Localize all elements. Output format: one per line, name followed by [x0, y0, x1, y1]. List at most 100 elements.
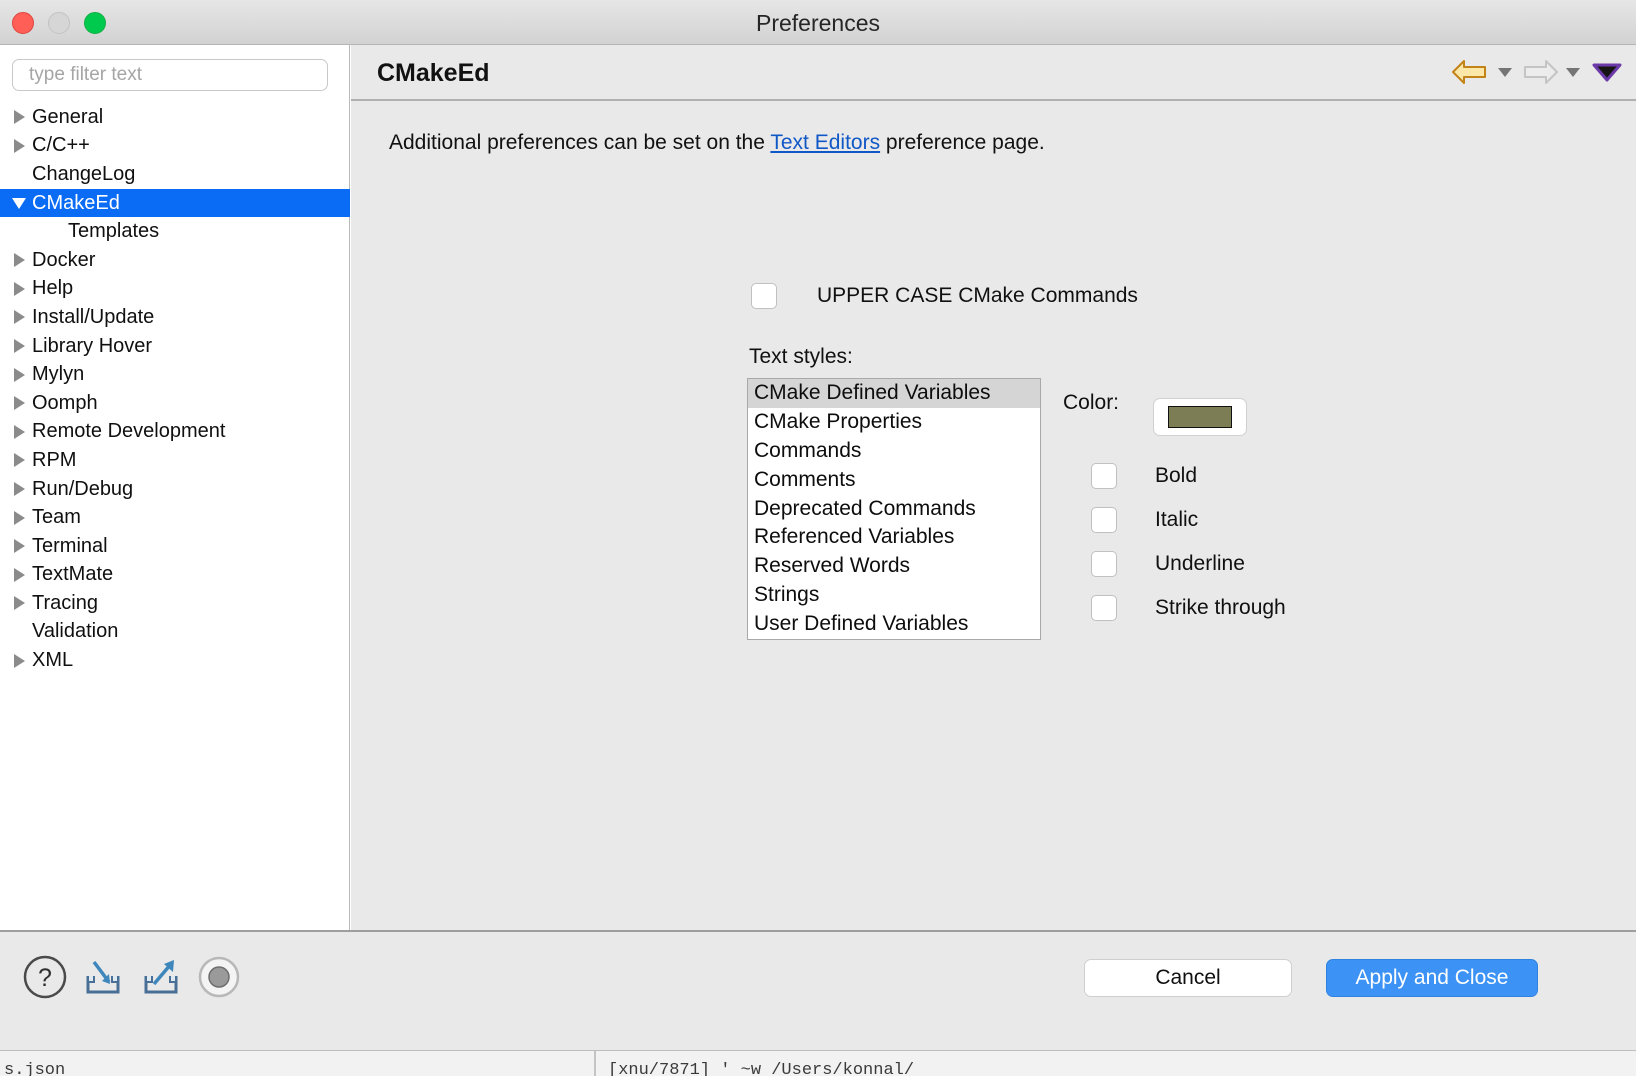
intro-text-after: preference page. [880, 131, 1045, 154]
chevron-right-icon[interactable] [8, 332, 30, 360]
back-arrow-icon[interactable] [1450, 57, 1492, 87]
text-styles-list[interactable]: CMake Defined Variables CMake Properties C… [747, 378, 1041, 640]
list-item[interactable]: User Defined Variables [748, 609, 1040, 638]
sidebar-item-tracing[interactable]: Tracing [0, 589, 350, 618]
svg-text:?: ? [38, 964, 52, 992]
sidebar-item-cmakeed[interactable]: CMakeEd [0, 188, 350, 218]
bold-checkbox[interactable] [1091, 463, 1117, 489]
bold-checkbox-row[interactable]: Bold [1091, 463, 1197, 489]
sidebar-item-mylyn[interactable]: Mylyn [0, 360, 350, 389]
back-dropdown-icon[interactable] [1492, 57, 1518, 87]
page-content: Additional preferences can be set on the… [351, 101, 1636, 988]
apply-and-close-button[interactable]: Apply and Close [1326, 959, 1538, 997]
list-item[interactable]: Commands [748, 437, 1040, 466]
chevron-right-icon[interactable] [8, 418, 30, 446]
sidebar-item-help[interactable]: Help [0, 275, 350, 304]
chevron-right-icon[interactable] [8, 475, 30, 503]
underline-label: Underline [1155, 552, 1245, 575]
underline-checkbox[interactable] [1091, 551, 1117, 577]
color-swatch [1168, 406, 1232, 428]
sidebar-item-xml[interactable]: XML [0, 646, 350, 675]
color-label: Color: [1063, 391, 1120, 414]
import-icon[interactable] [80, 954, 126, 1000]
sidebar-item-rpm[interactable]: RPM [0, 446, 350, 475]
forward-dropdown-icon[interactable] [1560, 57, 1586, 87]
strike-through-checkbox-row[interactable]: Strike through [1091, 595, 1286, 621]
search-input[interactable] [12, 59, 328, 91]
page-header: CMakeEd [351, 45, 1636, 101]
sidebar-item-label: TextMate [32, 563, 114, 586]
sidebar-item-remote-development[interactable]: Remote Development [0, 418, 350, 447]
preferences-window: Preferences General C/C++ ChangeLog CMakeEd… [0, 0, 1636, 1041]
background-left-text: s.json [4, 1061, 66, 1076]
background-divider [594, 1051, 596, 1076]
list-item[interactable]: Reserved Words [748, 552, 1040, 581]
help-icon[interactable]: ? [22, 954, 68, 1000]
chevron-right-icon[interactable] [8, 103, 30, 131]
chevron-right-icon[interactable] [8, 246, 30, 274]
chevron-right-icon[interactable] [8, 361, 30, 389]
sidebar-item-oomph[interactable]: Oomph [0, 389, 350, 418]
preferences-tree[interactable]: General C/C++ ChangeLog CMakeEd Templates Doc… [0, 103, 350, 675]
dialog-body: General C/C++ ChangeLog CMakeEd Templates Doc… [0, 45, 1636, 988]
sidebar-item-label: Install/Update [32, 305, 155, 328]
sidebar-item-c-c-[interactable]: C/C++ [0, 132, 350, 161]
sidebar-item-library-hover[interactable]: Library Hover [0, 332, 350, 361]
chevron-right-icon[interactable] [8, 561, 30, 589]
upper-case-checkbox[interactable] [751, 283, 777, 309]
sidebar-item-run-debug[interactable]: Run/Debug [0, 475, 350, 504]
list-item[interactable]: Deprecated Commands [748, 494, 1040, 523]
sidebar-item-validation[interactable]: Validation [0, 618, 350, 647]
chevron-right-icon[interactable] [8, 389, 30, 417]
window-title: Preferences [755, 10, 880, 36]
chevron-right-icon[interactable] [8, 275, 30, 303]
window-titlebar: Preferences [0, 0, 1636, 45]
list-item[interactable]: Referenced Variables [748, 523, 1040, 552]
chevron-right-icon[interactable] [8, 504, 30, 532]
sidebar-item-label: Team [32, 506, 81, 529]
preferences-sidebar: General C/C++ ChangeLog CMakeEd Templates Doc… [0, 45, 350, 930]
record-icon[interactable] [196, 954, 242, 1000]
color-picker-button[interactable] [1153, 398, 1247, 436]
view-menu-triangle-icon[interactable] [1586, 57, 1628, 87]
sidebar-item-templates[interactable]: Templates [0, 217, 350, 246]
sidebar-item-install-update[interactable]: Install/Update [0, 303, 350, 332]
list-item[interactable]: Comments [748, 465, 1040, 494]
intro-text: Additional preferences can be set on the… [389, 131, 1045, 155]
sidebar-item-label: Validation [32, 620, 119, 643]
list-item[interactable]: CMake Properties [748, 408, 1040, 437]
chevron-right-icon[interactable] [8, 303, 30, 331]
sidebar-item-label: Remote Development [32, 420, 226, 443]
chevron-right-icon[interactable] [8, 589, 30, 617]
page-navigation [1450, 57, 1628, 87]
sidebar-item-label: General [32, 105, 104, 128]
list-item[interactable]: CMake Defined Variables [748, 379, 1040, 408]
sidebar-item-label: Docker [32, 248, 96, 271]
italic-checkbox-row[interactable]: Italic [1091, 507, 1198, 533]
export-icon[interactable] [138, 954, 184, 1000]
strike-through-checkbox[interactable] [1091, 595, 1117, 621]
sidebar-item-terminal[interactable]: Terminal [0, 532, 350, 561]
sidebar-item-team[interactable]: Team [0, 503, 350, 532]
background-right-text: [xnu/7871] ' ~w /Users/konnal/ [608, 1061, 915, 1076]
sidebar-item-label: Terminal [32, 534, 108, 557]
chevron-right-icon[interactable] [8, 132, 30, 160]
sidebar-item-general[interactable]: General [0, 103, 350, 132]
chevron-right-icon[interactable] [8, 532, 30, 560]
underline-checkbox-row[interactable]: Underline [1091, 551, 1245, 577]
italic-checkbox[interactable] [1091, 507, 1117, 533]
sidebar-item-label: ChangeLog [32, 162, 136, 185]
cancel-button[interactable]: Cancel [1084, 959, 1292, 997]
upper-case-checkbox-row[interactable]: UPPER CASE CMake Commands [751, 283, 1138, 309]
sidebar-item-textmate[interactable]: TextMate [0, 561, 350, 590]
chevron-right-icon[interactable] [8, 647, 30, 675]
text-editors-link[interactable]: Text Editors [770, 131, 880, 154]
forward-arrow-icon [1518, 57, 1560, 87]
preferences-page: CMakeEd Additional preferences can be se… [351, 45, 1636, 988]
chevron-down-icon[interactable] [8, 189, 30, 217]
sidebar-item-docker[interactable]: Docker [0, 246, 350, 275]
list-item[interactable]: Strings [748, 581, 1040, 610]
chevron-right-icon[interactable] [8, 446, 30, 474]
sidebar-item-label: Help [32, 277, 74, 300]
sidebar-item-changelog[interactable]: ChangeLog [0, 160, 350, 189]
